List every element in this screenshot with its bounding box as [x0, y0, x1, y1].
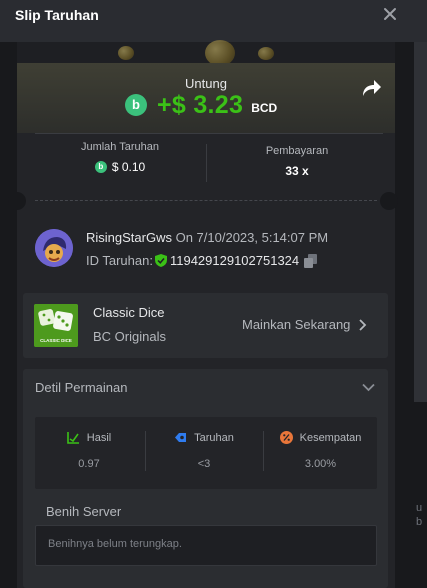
server-seed-label: Benih Server [46, 504, 122, 519]
bcd-coin-icon: b [125, 94, 147, 116]
chevron-down-icon[interactable] [362, 383, 375, 392]
result-label: Hasil [86, 431, 112, 444]
chance-icon [279, 431, 293, 444]
profit-value: +$ 3.23 [157, 90, 244, 119]
player-line: RisingStarGws On 7/10/2023, 5:14:07 PM [86, 230, 328, 245]
bet-label: Taruhan [194, 431, 234, 444]
results-box: Hasil 0.97 Taruhan <3 Kesempatan 3.00% [35, 417, 377, 489]
scrollbar[interactable] [414, 42, 427, 402]
game-card[interactable]: CLASSIC DICE Classic Dice BC Originals M… [23, 293, 388, 358]
ticket-notch [8, 192, 26, 210]
copy-icon[interactable] [304, 253, 318, 268]
play-now-label: Mainkan Sekarang [242, 317, 351, 332]
payout: Pembayaran 33 x [212, 145, 382, 178]
bet-column: Taruhan <3 [146, 417, 262, 489]
play-now-link[interactable]: Mainkan Sekarang [242, 317, 367, 332]
share-icon[interactable] [360, 78, 382, 98]
divider [35, 133, 383, 134]
chevron-right-icon [359, 318, 367, 331]
profit-row: b +$ 3.23 BCD [125, 90, 277, 120]
avatar[interactable] [35, 229, 73, 267]
bet-icon [175, 433, 187, 442]
slip-header: Slip Taruhan [0, 0, 427, 42]
coin-decoration [258, 47, 274, 60]
close-icon[interactable] [381, 5, 399, 23]
coin-decoration [118, 46, 134, 60]
bet-amount: Jumlah Taruhan b $ 0.10 [35, 141, 205, 174]
game-provider: BC Originals [93, 329, 166, 344]
bcd-coin-icon: b [94, 161, 107, 173]
result-column: Hasil 0.97 [35, 417, 143, 489]
game-details-title[interactable]: Detil Permainan [35, 380, 128, 395]
chance-value: 3.00% [304, 458, 337, 470]
game-name: Classic Dice [93, 305, 165, 320]
slip-title: Slip Taruhan [15, 7, 99, 23]
bet-amount-value: $ 0.10 [111, 160, 146, 174]
player-name[interactable]: RisingStarGws [86, 230, 172, 245]
verified-shield-icon [154, 254, 167, 267]
background-text: u b [416, 502, 423, 528]
server-seed-text: Benihnya belum terungkap. [48, 538, 182, 550]
bet-id-label: ID Taruhan: [86, 253, 153, 268]
game-thumbnail: CLASSIC DICE [34, 304, 78, 347]
bet-id-value: 119429129102751324 [169, 253, 300, 268]
left-gutter [0, 42, 17, 588]
dice-icon: CLASSIC DICE [34, 304, 78, 347]
bet-amount-label: Jumlah Taruhan [80, 141, 160, 153]
game-details-panel: Detil Permainan Hasil 0.97 Taruhan <3 Ke… [23, 369, 388, 588]
payout-value: 33 x [285, 164, 309, 178]
bet-slip: Untung b +$ 3.23 BCD Jumlah Taruhan b $ … [8, 63, 398, 588]
bet-value: <3 [197, 458, 211, 470]
tear-line [35, 200, 377, 201]
ticket-notch [380, 192, 398, 210]
chance-column: Kesempatan 3.00% [264, 417, 377, 489]
profit-currency: BCD [251, 101, 278, 115]
bet-datetime: On 7/10/2023, 5:14:07 PM [175, 230, 329, 245]
result-value: 0.97 [78, 458, 100, 470]
server-seed-field[interactable]: Benihnya belum terungkap. [35, 525, 377, 566]
divider [206, 144, 207, 182]
game-thumb-text: CLASSIC DICE [40, 338, 72, 343]
payout-label: Pembayaran [265, 145, 329, 157]
profit-label: Untung [185, 76, 227, 91]
profit-banner: Untung b +$ 3.23 BCD [17, 63, 395, 133]
bet-id-line: ID Taruhan: 119429129102751324 [86, 253, 318, 268]
avatar-icon [35, 229, 73, 267]
result-icon [66, 432, 79, 444]
chance-label: Kesempatan [299, 431, 362, 444]
